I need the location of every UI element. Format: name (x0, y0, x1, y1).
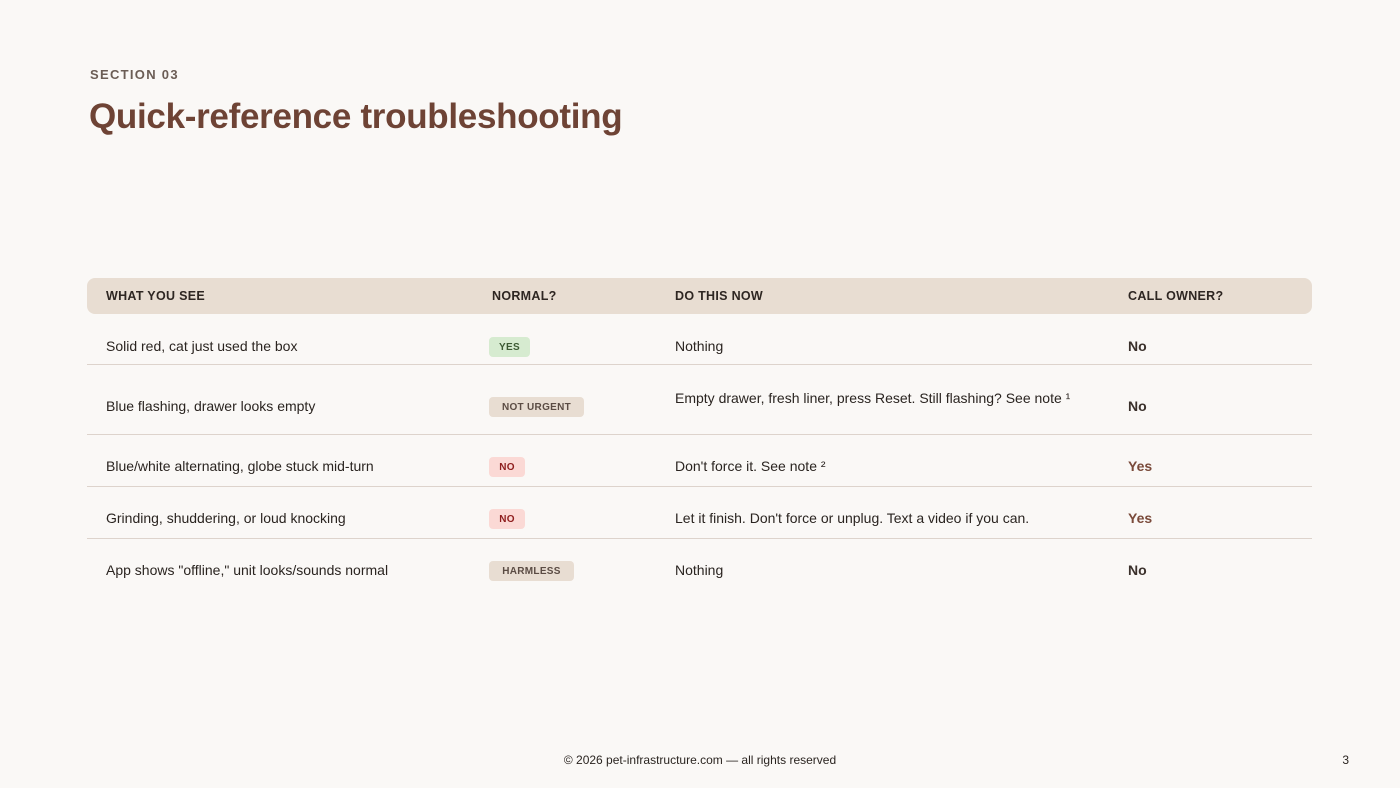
copyright-footer: © 2026 pet-infrastructure.com — all righ… (563, 753, 837, 767)
row-symptom: Blue flashing, drawer looks empty (106, 398, 316, 414)
table-row: Grinding, shuddering, or loud knocking N… (87, 487, 1312, 539)
call-owner-value: No (1128, 338, 1147, 354)
table-header: WHAT YOU SEE NORMAL? DO THIS NOW CALL OW… (87, 278, 1312, 314)
troubleshooting-table: WHAT YOU SEE NORMAL? DO THIS NOW CALL OW… (87, 278, 1312, 589)
row-symptom: Solid red, cat just used the box (106, 338, 298, 354)
header-do-this-now: DO THIS NOW (675, 289, 764, 303)
call-owner-value: Yes (1128, 510, 1153, 526)
table-row: App shows "offline," unit looks/sounds n… (87, 539, 1312, 589)
call-owner-value: No (1128, 398, 1147, 414)
normal-badge: HARMLESS (489, 561, 574, 581)
table-row: Blue flashing, drawer looks empty NOT UR… (87, 365, 1312, 435)
row-action: Don't force it. See note ² (675, 458, 826, 474)
row-symptom: App shows "offline," unit looks/sounds n… (106, 562, 389, 578)
table-row: Solid red, cat just used the box YES Not… (87, 314, 1312, 365)
row-action: Nothing (675, 562, 724, 578)
page-title: Quick-reference troubleshooting (89, 97, 623, 136)
call-owner-value: No (1128, 562, 1147, 578)
header-normal: NORMAL? (492, 289, 557, 303)
header-call-owner: CALL OWNER? (1128, 289, 1224, 303)
normal-badge: NO (489, 509, 525, 529)
row-action: Let it finish. Don't force or unplug. Te… (675, 510, 1030, 526)
row-symptom: Blue/white alternating, globe stuck mid-… (106, 458, 374, 474)
normal-badge: YES (489, 337, 530, 357)
row-action: Empty drawer, fresh liner, press Reset. … (675, 390, 1071, 406)
normal-badge: NOT URGENT (489, 397, 584, 417)
header-what-you-see: WHAT YOU SEE (106, 289, 205, 303)
call-owner-value: Yes (1128, 458, 1153, 474)
page-number: 3 (1342, 753, 1349, 767)
table-row: Blue/white alternating, globe stuck mid-… (87, 435, 1312, 487)
normal-badge: NO (489, 457, 525, 477)
section-label: SECTION 03 (90, 67, 179, 82)
row-action: Nothing (675, 338, 724, 354)
row-symptom: Grinding, shuddering, or loud knocking (106, 510, 346, 526)
